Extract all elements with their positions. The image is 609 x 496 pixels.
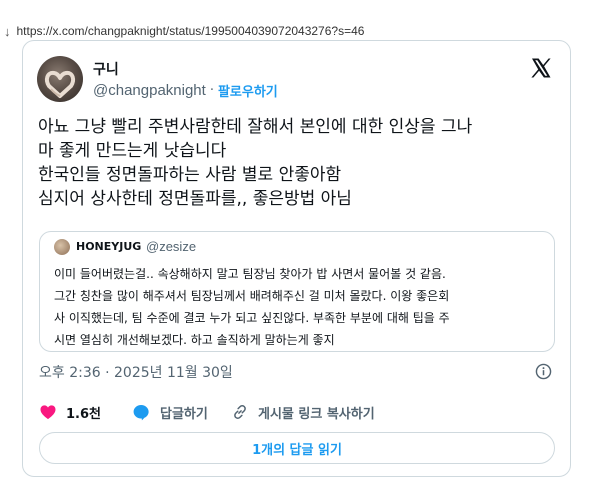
read-replies-label: 1개의 답글 읽기 [252, 442, 342, 458]
x-logo-icon[interactable] [529, 56, 553, 80]
author-display-name[interactable]: 구니 [93, 59, 119, 79]
avatar-heart-hands-image [44, 70, 76, 98]
like-button[interactable]: 1.6천 [39, 402, 101, 422]
reply-label: 답글하기 [160, 406, 208, 422]
avatar[interactable] [37, 56, 83, 102]
reply-button[interactable]: 답글하기 [132, 402, 208, 422]
copy-link-label: 게시물 링크 복사하기 [258, 406, 375, 422]
tweet-line: 한국인들 정면돌파하는 사람 별로 안좋아함 [38, 165, 342, 185]
tweet-card: 구니 @changpaknight · 팔로우하기 아뇨 그냥 빨리 주변사람한… [22, 40, 571, 477]
quote-line: 이미 들어버렸는걸.. 속상해하지 말고 팀장님 찾아가 밥 사면서 물어볼 것… [54, 267, 446, 281]
follow-button[interactable]: 팔로우하기 [218, 81, 278, 100]
author-handle-row: @changpaknight · 팔로우하기 [93, 81, 278, 100]
quote-line: 그간 칭찬을 많이 해주셔서 팀장님께서 배려해주신 걸 미처 몰랐다. 이왕 … [54, 289, 450, 303]
like-count: 1.6천 [66, 406, 101, 422]
author-handle[interactable]: @changpaknight [93, 82, 206, 99]
download-arrow-icon: ↓ [4, 23, 11, 39]
quote-avatar [54, 239, 70, 255]
page-url[interactable]: https://x.com/changpaknight/status/19950… [17, 24, 365, 38]
separator-dot: · [209, 83, 214, 98]
quoted-tweet[interactable]: HONEYJUG @zesize 이미 들어버렸는걸.. 속상해하지 말고 팀장… [39, 231, 555, 352]
info-icon[interactable] [535, 363, 552, 380]
quote-line: 시면 열심히 개선해보겠다. 하고 솔직하게 말하는게 좋지 [54, 333, 335, 347]
action-bar: 1.6천 답글하기 게시물 링크 복사하기 [39, 402, 559, 422]
tweet-line: 아뇨 그냥 빨리 주변사람한테 잘해서 본인에 대한 인상을 그나 [38, 117, 473, 137]
tweet-line: 심지어 상사한테 정면돌파를,, 좋은방법 아님 [38, 189, 352, 209]
tweet-timestamp[interactable]: 오후 2:36 · 2025년 11월 30일 [39, 362, 233, 382]
url-line: ↓ https://x.com/changpaknight/status/199… [4, 22, 364, 40]
heart-icon [40, 405, 56, 420]
quote-text: 이미 들어버렸는걸.. 속상해하지 말고 팀장님 찾아가 밥 사면서 물어볼 것… [54, 263, 546, 351]
link-icon [234, 405, 246, 419]
read-replies-button[interactable]: 1개의 답글 읽기 [39, 432, 555, 464]
tweet-text: 아뇨 그냥 빨리 주변사람한테 잘해서 본인에 대한 인상을 그나 마 좋게 만… [38, 115, 560, 211]
quote-line: 사 이직했는데, 팀 수준에 결코 누가 되고 싶진않다. 부족한 부분에 대해… [54, 311, 450, 325]
copy-link-button[interactable]: 게시물 링크 복사하기 [231, 402, 375, 422]
tweet-line: 마 좋게 만드는게 낫습니다 [38, 141, 227, 161]
quote-author-handle: @zesize [146, 239, 197, 254]
quote-author-name: HONEYJUG [76, 240, 142, 253]
speech-bubble-icon [133, 404, 149, 420]
